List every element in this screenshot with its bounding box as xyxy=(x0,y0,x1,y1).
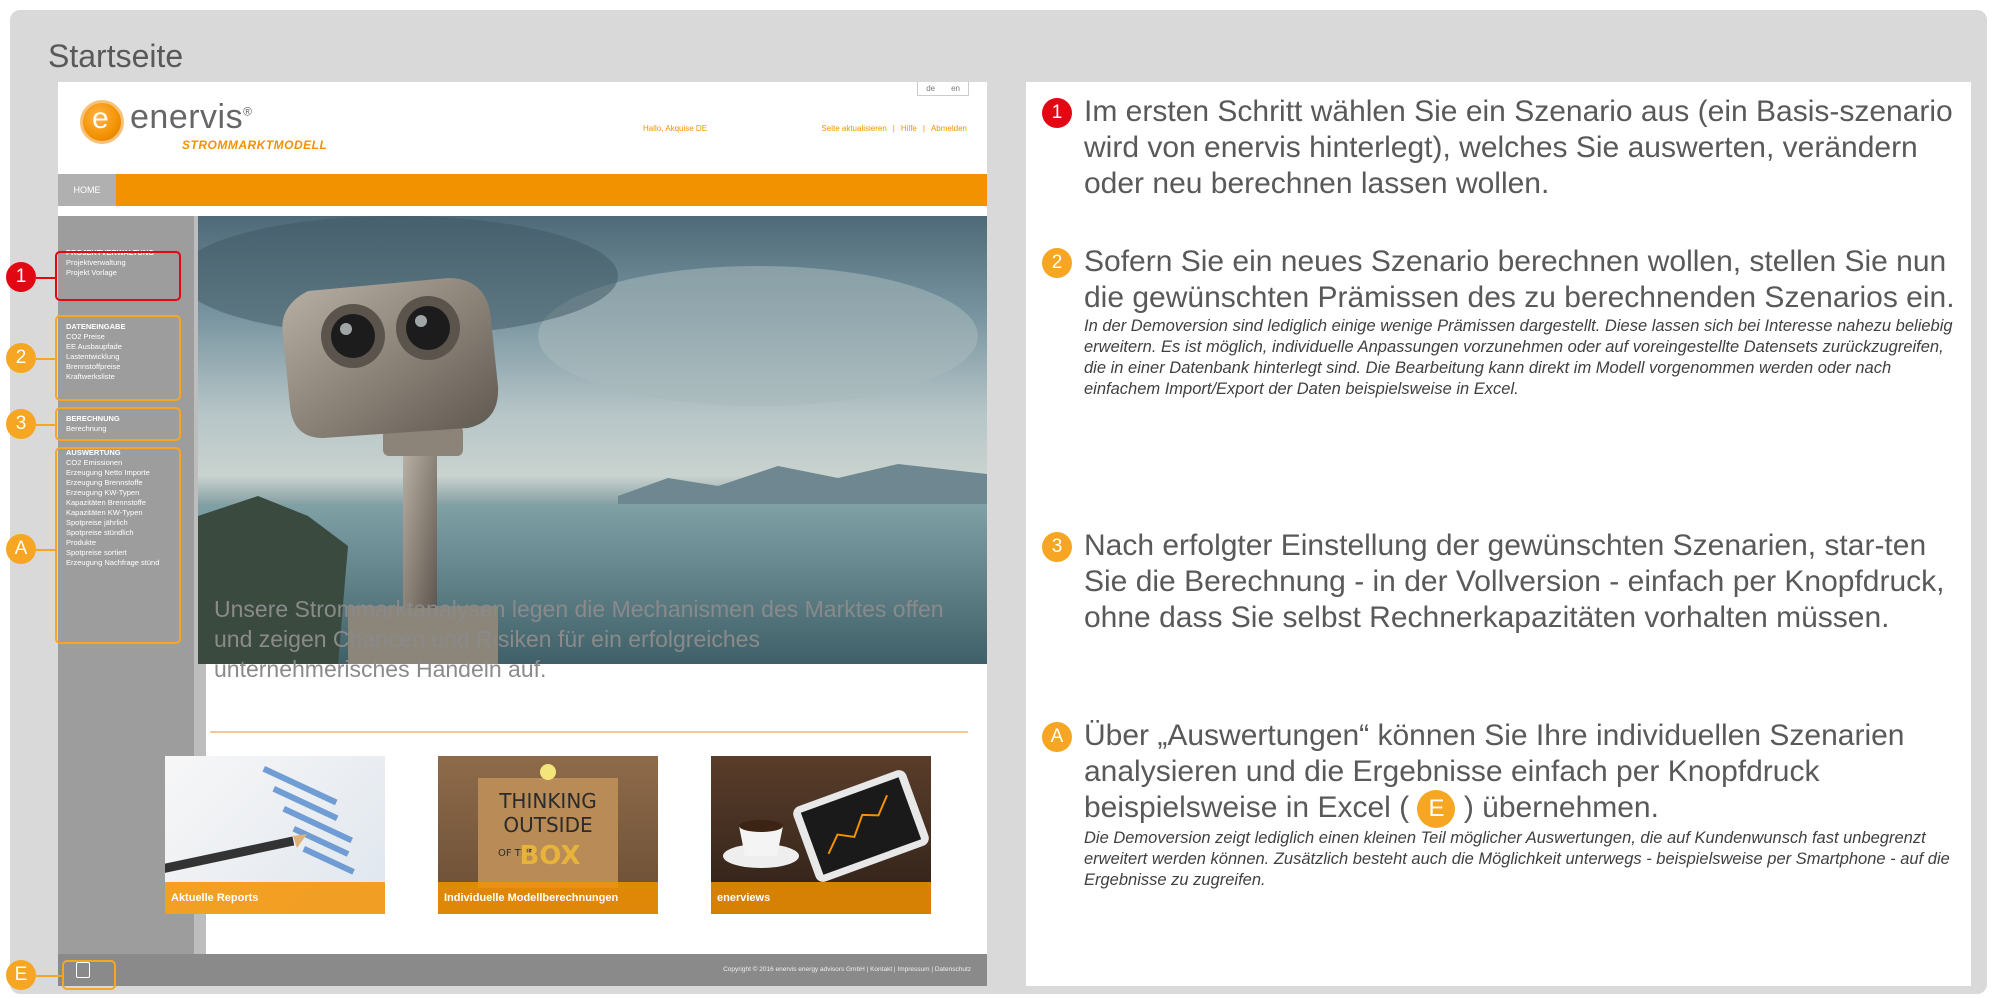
tile-label: Aktuelle Reports xyxy=(165,882,385,914)
page-title: Startseite xyxy=(48,38,184,74)
logo-mark: e xyxy=(92,102,109,135)
step-text: Über „Auswertungen“ können Sie Ihre indi… xyxy=(1084,718,1962,829)
separator: | xyxy=(892,124,895,133)
step-note: Die Demoversion zeigt lediglich einen kl… xyxy=(1084,829,1950,890)
enervis-logo: e enervis® STROMMARKTMODELL xyxy=(80,98,327,158)
user-greeting: Hallo, Akquise DE xyxy=(643,124,708,133)
box-text-box: BOX xyxy=(519,841,580,871)
logo-name-text: enervis xyxy=(130,98,244,136)
step-3: 3 Nach erfolgter Einstellung der gewünsc… xyxy=(1042,528,1962,636)
highlight-excel-button xyxy=(62,960,116,990)
excel-marker-inline: E xyxy=(1417,790,1456,829)
step-badge: 3 xyxy=(1042,532,1072,562)
main-nav: HOME xyxy=(58,174,987,206)
top-links: Seite aktualisieren | Hilfe | Abmelden xyxy=(821,124,967,133)
step-badge: A xyxy=(1042,722,1072,752)
marker-connector xyxy=(36,549,56,551)
logout-link[interactable]: Abmelden xyxy=(931,124,967,133)
step-1: 1 Im ersten Schritt wählen Sie ein Szena… xyxy=(1042,94,1962,202)
marker-1: 1 xyxy=(6,262,36,292)
marker-connector xyxy=(36,358,56,360)
step-text: Im ersten Schritt wählen Sie ein Szenari… xyxy=(1084,95,1953,200)
marker-connector xyxy=(36,277,56,279)
logo-reg: ® xyxy=(243,104,253,119)
tagline: Unsere Strommarktanalysen legen die Mech… xyxy=(214,596,944,682)
explanation-panel: 1 Im ersten Schritt wählen Sie ein Szena… xyxy=(1026,82,1971,986)
language-switch: de en xyxy=(917,82,969,96)
step-badge: 1 xyxy=(1042,98,1072,128)
refresh-link[interactable]: Seite aktualisieren xyxy=(821,124,886,133)
tile-enerviews[interactable]: enerviews xyxy=(711,756,931,914)
lang-de[interactable]: de xyxy=(918,82,943,95)
tile-label: enerviews xyxy=(711,882,931,914)
highlight-projektverwaltung xyxy=(55,251,181,301)
step-a: A Über „Auswertungen“ können Sie Ihre in… xyxy=(1042,718,1962,891)
logo-name: enervis® xyxy=(130,98,252,137)
tile-individuelle-modellberechnungen[interactable]: THINKING OUTSIDE OF THE BOX Individuelle… xyxy=(438,756,658,914)
app-screenshot: de en e enervis® STROMMARKTMODELL Hallo,… xyxy=(58,82,987,986)
box-text-outside: OUTSIDE xyxy=(503,813,592,837)
highlight-auswertung xyxy=(55,447,181,644)
step-text-part: ) übernehmen. xyxy=(1463,791,1659,824)
lang-en[interactable]: en xyxy=(943,82,968,95)
footer: Copyright © 2016 enervis energy advisors… xyxy=(58,954,987,986)
step-text: Sofern Sie ein neues Szenario berechnen … xyxy=(1084,245,1955,314)
step-badge: 2 xyxy=(1042,248,1072,278)
step-text: Nach erfolgter Einstellung der gewünscht… xyxy=(1084,529,1945,634)
marker-3: 3 xyxy=(6,409,36,439)
highlight-dateneingabe xyxy=(55,315,181,401)
footer-text: Copyright © 2016 enervis energy advisors… xyxy=(723,966,971,973)
highlight-berechnung xyxy=(55,407,181,441)
marker-e: E xyxy=(6,960,36,990)
marker-connector xyxy=(36,424,56,426)
divider xyxy=(210,731,968,733)
separator: | xyxy=(922,124,925,133)
box-text-thinking: THINKING xyxy=(498,789,597,813)
marker-a: A xyxy=(6,534,36,564)
tile-label: Individuelle Modellberechnungen xyxy=(438,882,658,914)
nav-home-tab[interactable]: HOME xyxy=(58,174,116,206)
marker-2: 2 xyxy=(6,343,36,373)
step-2: 2 Sofern Sie ein neues Szenario berechne… xyxy=(1042,244,1962,400)
marker-connector xyxy=(36,975,63,977)
logo-subtitle: STROMMARKTMODELL xyxy=(182,138,328,152)
step-note: In der Demoversion sind lediglich einige… xyxy=(1084,317,1953,398)
tile-aktuelle-reports[interactable]: Aktuelle Reports xyxy=(165,756,385,914)
help-link[interactable]: Hilfe xyxy=(901,124,917,133)
